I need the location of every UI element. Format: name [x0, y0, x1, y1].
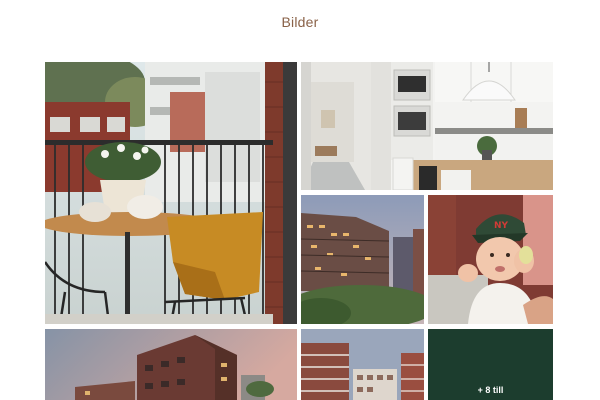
show-more-label: + 8 till — [477, 385, 504, 395]
gallery-image-buildings-dusk[interactable] — [301, 195, 424, 324]
gallery-image-kitchen[interactable] — [301, 62, 553, 190]
gallery-image-balcony[interactable] — [45, 62, 297, 324]
gallery-title: Bilder — [281, 14, 319, 30]
kitchen-photo — [301, 62, 553, 190]
balcony-photo — [45, 62, 297, 324]
svg-text:NY: NY — [494, 221, 509, 231]
gallery-image-facade[interactable] — [301, 329, 424, 400]
building-sunset-photo — [45, 329, 297, 400]
gallery-image-baby[interactable]: NY — [428, 195, 553, 324]
baby-photo: NY — [428, 195, 553, 324]
show-more-images-button[interactable]: + 8 till — [428, 329, 553, 400]
buildings-dusk-photo — [301, 195, 424, 324]
facade-photo — [301, 329, 424, 400]
gallery-image-building-sunset[interactable] — [45, 329, 297, 400]
